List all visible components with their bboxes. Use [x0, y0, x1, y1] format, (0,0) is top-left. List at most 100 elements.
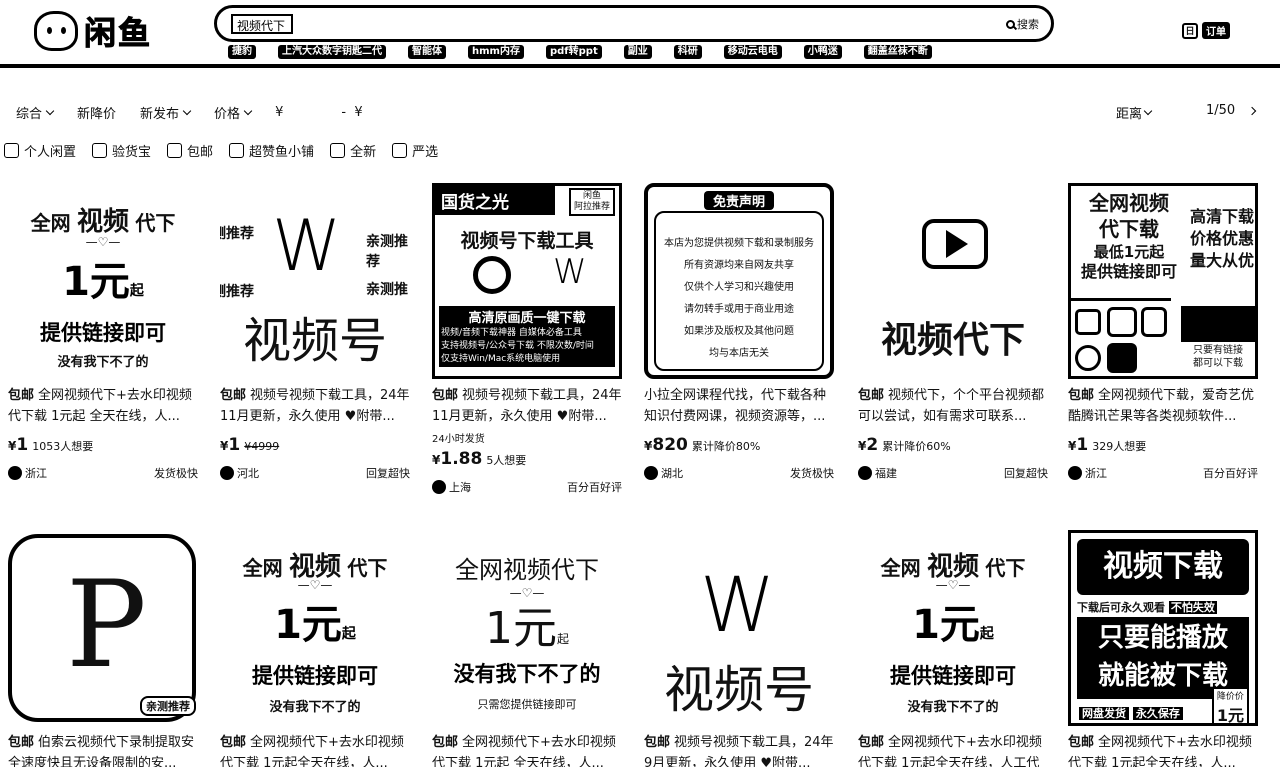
- product-title[interactable]: 包邮 伯索云视频代下录制提取安全速度快且无设备限制的安...: [8, 732, 198, 767]
- product-card[interactable]: W 视频号 包邮 视频号视频下载工具，24年9月更新，永久使用 ♥附带...: [644, 530, 834, 767]
- price: ¥820: [644, 435, 688, 455]
- product-image[interactable]: P 亲测推荐: [8, 530, 198, 726]
- xianyu-logo[interactable]: 闲鱼: [34, 8, 164, 54]
- product-image[interactable]: W 视频号: [644, 530, 834, 726]
- price-row: ¥1.88 5人想要: [432, 449, 622, 469]
- seller-row: 河北 回复超快: [220, 465, 410, 481]
- seller-avatar[interactable]: [220, 466, 234, 480]
- product-image[interactable]: 测推荐 测推荐 W 亲测推荐 亲测推 视频号: [220, 183, 410, 379]
- product-image[interactable]: 免责声明 本店为您提供视频下载和录制服务 所有资源均来自网友共享 仅供个人学习和…: [644, 183, 834, 379]
- seller-avatar[interactable]: [432, 480, 446, 494]
- shipping-tag: 包邮: [8, 735, 35, 750]
- checkbox-box[interactable]: [167, 143, 183, 158]
- next-page-icon[interactable]: [1247, 106, 1257, 115]
- product-image[interactable]: 全网视频代下 —♡— 1元起 没有我下不了的 只需您提供链接即可: [432, 530, 622, 726]
- checkbox-label: 严选: [412, 145, 439, 160]
- title-text: 小拉全网课程代找，代下载各种知识付费网课，视频资源等，...: [644, 388, 827, 424]
- product-title[interactable]: 包邮 全网视频代下+去水印视频代下载 1元起全天在线，人...: [220, 732, 410, 767]
- hot-word[interactable]: 小鸭迷: [803, 45, 842, 59]
- hot-word[interactable]: 副业: [623, 45, 652, 59]
- sort-bar: 综合 新降价 新发布 价格 ¥ - ¥: [16, 103, 363, 122]
- product-card[interactable]: 视频下载 下载后可永久观看 不怕失效 只要能播放 就能被下载 网盘发货 永久保存 …: [1068, 530, 1258, 767]
- checkbox-box[interactable]: [229, 143, 245, 158]
- product-title[interactable]: 包邮全网视频代下+去水印视频代下载 1元起全天在线，人工代下...: [858, 732, 1048, 767]
- shipping-tag: 包邮: [1068, 735, 1095, 750]
- checkbox-free-shipping[interactable]: 包邮: [167, 141, 213, 160]
- search-bar[interactable]: 视频代下 搜索: [214, 5, 1054, 42]
- product-card[interactable]: 国货之光 闲鱼 阿拉推荐 视频号下载工具 W 高清原画质一键下载 视频/音频下载神…: [432, 183, 622, 495]
- hot-word[interactable]: pdf转ppt: [545, 45, 602, 59]
- search-button-label: 搜索: [1017, 18, 1039, 31]
- heart-divider: —♡—: [935, 578, 971, 592]
- thumb-label: 亲测推荐: [366, 234, 408, 270]
- sort-price[interactable]: 价格: [214, 103, 253, 122]
- product-title[interactable]: 包邮 视频代下，个个平台视频都可以尝试，如有需求可联系...: [858, 385, 1048, 427]
- title-text: 视频号视频下载工具，24年11月更新，永久使用 ♥附带...: [220, 388, 410, 424]
- product-card[interactable]: 全网视频代下 —♡— 1元起 没有我下不了的 只需您提供链接即可 包邮 全网视频代…: [432, 530, 622, 767]
- product-card[interactable]: 视频代下 包邮 视频代下，个个平台视频都可以尝试，如有需求可联系... ¥2 累计降…: [858, 183, 1048, 481]
- hot-word[interactable]: hmm内存: [468, 45, 524, 59]
- checkbox-brand-new[interactable]: 全新: [330, 141, 376, 160]
- product-title[interactable]: 包邮 全网视频代下+去水印视频代下载 1元起全天在线，人...: [1068, 732, 1258, 767]
- shipping-tag: 包邮: [644, 735, 671, 750]
- product-title[interactable]: 包邮 视频号视频下载工具，24年9月更新，永久使用 ♥附带...: [644, 732, 834, 767]
- product-title[interactable]: 包邮 视频号视频下载工具，24年11月更新，永久使用 ♥附带...: [220, 385, 410, 427]
- product-image[interactable]: 全网 视频 代下 —♡— 1元起 提供链接即可 没有我下不了的: [858, 530, 1048, 726]
- shipping-tag: 包邮: [220, 735, 247, 750]
- pagination: 1/50: [1206, 103, 1257, 118]
- logo-text: 闲鱼: [83, 14, 153, 53]
- product-title[interactable]: 包邮 全网视频代下载，爱奇艺优酷腾讯芒果等各类视频软件...: [1068, 385, 1258, 427]
- product-image[interactable]: 国货之光 闲鱼 阿拉推荐 视频号下载工具 W 高清原画质一键下载 视频/音频下载神…: [432, 183, 622, 379]
- sort-new-price-drop[interactable]: 新降价: [77, 103, 116, 122]
- sort-new-release[interactable]: 新发布: [140, 103, 192, 122]
- product-card[interactable]: P 亲测推荐 包邮 伯索云视频代下录制提取安全速度快且无设备限制的安...: [8, 530, 198, 767]
- hot-word[interactable]: 翻盖丝袜不断: [863, 45, 932, 59]
- hot-word[interactable]: 捷豹: [228, 45, 256, 59]
- seller-avatar[interactable]: [858, 466, 872, 480]
- channels-logo-icon: W: [700, 560, 776, 649]
- title-text: 伯索云视频代下录制提取安全速度快且无设备限制的安...: [8, 735, 195, 767]
- product-card[interactable]: 全网 视频 代下 —♡— 1元起 提供链接即可 没有我下不了的 包邮 全网视频代下…: [858, 530, 1048, 767]
- hot-word[interactable]: 上汽大众数字钥匙二代: [278, 45, 386, 59]
- sort-label: 新降价: [77, 107, 117, 122]
- checkbox-box[interactable]: [330, 143, 346, 158]
- product-card[interactable]: 测推荐 测推荐 W 亲测推荐 亲测推 视频号 包邮视频号视频下载工具，24年11…: [220, 183, 410, 481]
- product-title[interactable]: 包邮 视频号视频下载工具，24年11月更新，永久使用 ♥附带...: [432, 385, 622, 427]
- chevron-down-icon: [1143, 106, 1153, 115]
- checkbox-box[interactable]: [92, 143, 108, 158]
- seller-avatar[interactable]: [8, 466, 22, 480]
- search-input[interactable]: 视频代下: [231, 13, 293, 34]
- sort-comprehensive[interactable]: 综合: [16, 103, 55, 122]
- product-image[interactable]: 全网 视频 代下 —♡— 1元起 提供链接即可 没有我下不了的: [8, 183, 198, 379]
- sort-distance[interactable]: 距离: [1116, 103, 1153, 122]
- product-card[interactable]: 全网 视频 代下 —♡— 1元起 提供链接即可 没有我下不了的 包邮 全网视频代下…: [8, 183, 198, 481]
- product-image[interactable]: 视频下载 下载后可永久观看 不怕失效 只要能播放 就能被下载 网盘发货 永久保存 …: [1068, 530, 1258, 726]
- product-card[interactable]: 全网视频 代下载 最低1元起 提供链接即可 高清下载 价格优惠 量大从优 只要有链接都…: [1068, 183, 1258, 481]
- order-link[interactable]: 日 订单: [1182, 22, 1230, 39]
- product-image[interactable]: 视频代下: [858, 183, 1048, 379]
- checkbox-box[interactable]: [4, 143, 19, 158]
- product-title[interactable]: 包邮 全网视频代下+去水印视频代下载 1元起 全天在线，人...: [432, 732, 622, 767]
- price-min-input[interactable]: ¥: [275, 105, 283, 120]
- hot-search-words: 捷豹 上汽大众数字钥匙二代 智能体 hmm内存 pdf转ppt 副业 科研 移动…: [228, 45, 932, 59]
- checkbox-selected[interactable]: 严选: [392, 141, 438, 160]
- seller-avatar[interactable]: [1068, 466, 1082, 480]
- hot-word[interactable]: 智能体: [408, 45, 446, 59]
- product-title[interactable]: 小拉全网课程代找，代下载各种知识付费网课，视频资源等，...: [644, 385, 834, 427]
- checkbox-inspection[interactable]: 验货宝: [92, 141, 151, 160]
- product-image[interactable]: 全网视频 代下载 最低1元起 提供链接即可 高清下载 价格优惠 量大从优 只要有链接都…: [1068, 183, 1258, 379]
- search-button[interactable]: 搜索: [1006, 16, 1039, 32]
- hot-word[interactable]: 移动云电电: [723, 45, 782, 59]
- checkbox-box[interactable]: [392, 143, 408, 158]
- hot-word[interactable]: 科研: [673, 45, 702, 59]
- price-max-input[interactable]: ¥: [354, 105, 362, 120]
- seller-avatar[interactable]: [644, 466, 658, 480]
- product-title[interactable]: 包邮 全网视频代下+去水印视频代下载 1元起 全天在线，人...: [8, 385, 198, 427]
- checkbox-top-shop[interactable]: 超赞鱼小铺: [229, 141, 314, 160]
- checkbox-personal[interactable]: 个人闲置: [4, 141, 76, 160]
- product-card[interactable]: 免责声明 本店为您提供视频下载和录制服务 所有资源均来自网友共享 仅供个人学习和…: [644, 183, 834, 481]
- distance-label: 距离: [1116, 107, 1143, 122]
- title-text: 全网视频代下+去水印视频代下载 1元起全天在线，人...: [220, 735, 404, 767]
- product-image[interactable]: 全网 视频 代下 —♡— 1元起 提供链接即可 没有我下不了的: [220, 530, 410, 726]
- product-card[interactable]: 全网 视频 代下 —♡— 1元起 提供链接即可 没有我下不了的 包邮 全网视频代下…: [220, 530, 410, 767]
